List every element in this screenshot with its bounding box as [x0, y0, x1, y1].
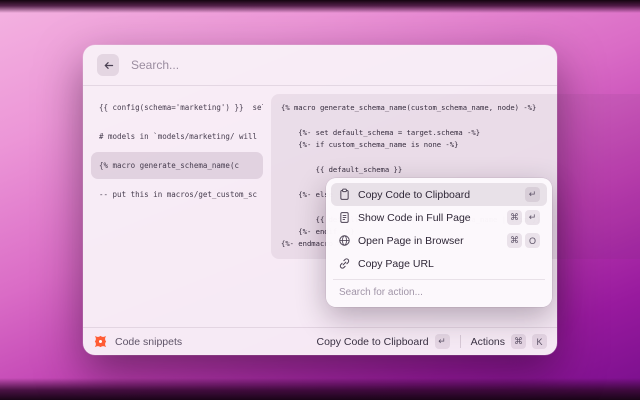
- dbt-logo-icon: [93, 334, 108, 349]
- menu-item-open-browser[interactable]: Open Page in Browser ⌘ O: [331, 229, 547, 252]
- document-icon: [338, 211, 351, 224]
- back-button[interactable]: [97, 54, 119, 76]
- primary-action-label[interactable]: Copy Code to Clipboard: [316, 336, 428, 348]
- letter-key: K: [532, 334, 547, 349]
- shortcut-keys: ↵: [525, 187, 540, 202]
- actions-button[interactable]: Actions: [471, 336, 505, 348]
- enter-key: ↵: [525, 187, 540, 202]
- enter-key: ↵: [434, 334, 450, 349]
- list-item-selected[interactable]: {% macro generate_schema_name(c: [91, 152, 263, 179]
- globe-icon: [338, 234, 351, 247]
- footer-bar: Code snippets Copy Code to Clipboard ↵ A…: [83, 327, 557, 355]
- menu-item-label: Copy Page URL: [358, 257, 434, 270]
- cmd-key: ⌘: [511, 334, 526, 349]
- menu-item-label: Show Code in Full Page: [358, 211, 471, 224]
- search-header: Search...: [83, 45, 557, 85]
- search-input[interactable]: Search...: [131, 58, 179, 72]
- letter-key: O: [525, 233, 540, 248]
- snippet-list: {{ config(schema='marketing') }} sel # m…: [91, 94, 263, 319]
- cmd-key: ⌘: [507, 233, 522, 248]
- arrow-left-icon: [104, 61, 113, 69]
- menu-item-copy-url[interactable]: Copy Page URL: [331, 252, 547, 275]
- list-item[interactable]: # models in `models/marketing/ will: [91, 123, 263, 150]
- shortcut-keys: ⌘ O: [507, 233, 540, 248]
- wallpaper-dark-bottom: [0, 378, 640, 400]
- launcher-window: Search... {{ config(schema='marketing') …: [83, 45, 640, 355]
- list-item[interactable]: -- put this in macros/get_custom_sc: [91, 181, 263, 208]
- menu-item-label: Open Page in Browser: [358, 234, 464, 247]
- link-icon: [338, 257, 351, 270]
- clipboard-icon: [338, 188, 351, 201]
- shortcut-keys: ⌘ ↵: [507, 210, 540, 225]
- wallpaper-dark-top: [0, 0, 640, 13]
- list-item[interactable]: {{ config(schema='marketing') }} sel: [91, 94, 263, 121]
- menu-item-show-full-page[interactable]: Show Code in Full Page ⌘ ↵: [331, 206, 547, 229]
- extension-name: Code snippets: [115, 335, 183, 348]
- menu-item-label: Copy Code to Clipboard: [358, 188, 471, 201]
- menu-item-copy-code[interactable]: Copy Code to Clipboard ↵: [331, 183, 547, 206]
- footer-separator: [459, 335, 461, 348]
- cmd-key: ⌘: [507, 210, 522, 225]
- actions-menu: Copy Code to Clipboard ↵ Show Code in Fu…: [326, 178, 552, 307]
- action-search-input[interactable]: Search for action...: [331, 280, 547, 302]
- footer-actions: Copy Code to Clipboard ↵ Actions ⌘ K: [316, 334, 547, 349]
- enter-key: ↵: [525, 210, 540, 225]
